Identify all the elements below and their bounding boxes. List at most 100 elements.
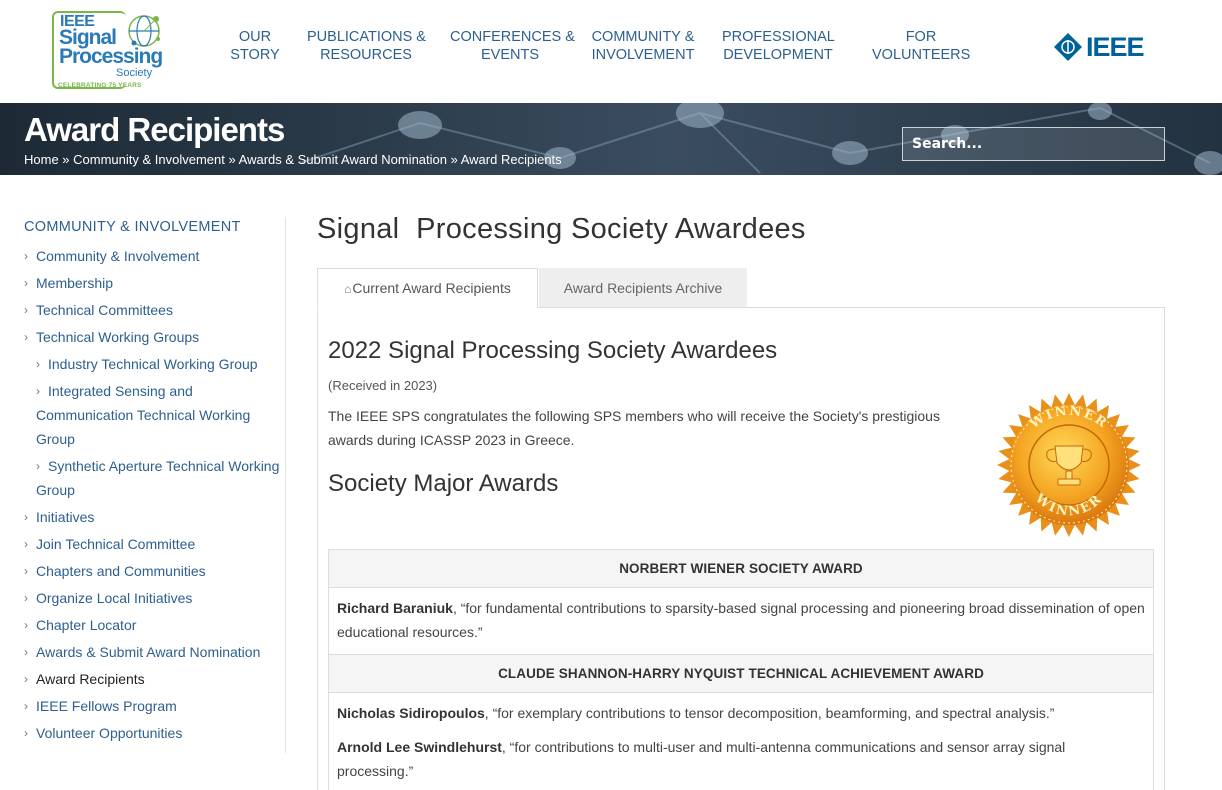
- sidebar-item-label: Volunteer Opportunities: [36, 725, 183, 741]
- subsection-heading: Society Major Awards: [328, 470, 559, 497]
- main-heading: Signal Processing Society Awardees: [317, 213, 806, 245]
- breadcrumb-link-awards[interactable]: Awards & Submit Award Nomination: [239, 152, 447, 167]
- breadcrumb-link-home[interactable]: Home: [24, 152, 59, 167]
- chevron-right-icon: ›: [24, 510, 28, 524]
- sidebar-item-label: IEEE Fellows Program: [36, 698, 177, 714]
- chevron-right-icon: ›: [24, 276, 28, 290]
- nav-label-line2: VOLUNTEERS: [872, 47, 971, 63]
- nav-label-line2: RESOURCES: [320, 47, 412, 63]
- nav-label-line2: EVENTS: [480, 47, 539, 63]
- sidebar-item-label: Synthetic Aperture Technical Working Gro…: [36, 458, 280, 498]
- home-icon: ⌂: [344, 282, 352, 296]
- recipient-name: Richard Baraniuk: [337, 600, 453, 616]
- sidebar-item-technical-committees[interactable]: › Technical Committees: [24, 298, 285, 322]
- sidebar-item-label: Chapters and Communities: [36, 563, 206, 579]
- nav-label-line2: INVOLVEMENT: [591, 47, 695, 63]
- sidebar-item-label: Initiatives: [36, 509, 95, 525]
- sidebar-item-sar-twg[interactable]: › Synthetic Aperture Technical Working Gr…: [24, 454, 285, 502]
- nav-label-line2: STORY: [230, 47, 280, 63]
- sidebar-item-awards-nomination[interactable]: › Awards & Submit Award Nomination: [24, 640, 285, 664]
- tab-label: Award Recipients Archive: [563, 280, 723, 296]
- nav-label-line1: CONFERENCES &: [450, 29, 575, 45]
- logo-society-text: Society: [116, 67, 153, 79]
- sidebar-item-label: Membership: [36, 275, 114, 291]
- sidebar-item-organize-local[interactable]: › Organize Local Initiatives: [24, 586, 285, 610]
- page-title: Award Recipients: [24, 111, 285, 148]
- sidebar-item-label: Organize Local Initiatives: [36, 590, 193, 606]
- sidebar-item-isac-twg[interactable]: › Integrated Sensing and Communication Te…: [24, 379, 285, 451]
- chevron-right-icon: ›: [24, 249, 28, 263]
- sidebar-item-label: Awards & Submit Award Nomination: [36, 644, 261, 660]
- section-heading: 2022 Signal Processing Society Awardees: [328, 337, 778, 364]
- chevron-right-icon: ›: [24, 564, 28, 578]
- sidebar-item-volunteer[interactable]: › Volunteer Opportunities: [24, 721, 285, 745]
- tab-panel: 2022 Signal Processing Society Awardees …: [317, 307, 1165, 790]
- sidebar-item-join-tc[interactable]: › Join Technical Committee: [24, 532, 285, 556]
- award-recipients: Nicholas Sidiropoulos, “for exemplary co…: [329, 693, 1153, 790]
- sidebar-item-chapters[interactable]: › Chapters and Communities: [24, 559, 285, 583]
- sidebar-item-technical-working-groups[interactable]: › Technical Working Groups: [24, 325, 285, 349]
- sidebar-item-community-involvement[interactable]: › Community & Involvement: [24, 244, 285, 268]
- ieee-brand-logo[interactable]: IEEE: [1053, 31, 1145, 63]
- award-name-shannon-nyquist: CLAUDE SHANNON-HARRY NYQUIST TECHNICAL A…: [329, 655, 1153, 693]
- chevron-right-icon: ›: [24, 645, 28, 659]
- sidebar-item-label: Technical Working Groups: [36, 329, 200, 345]
- sidebar-item-industry-twg[interactable]: › Industry Technical Working Group: [24, 352, 285, 376]
- tab-current-award-recipients[interactable]: ⌂Current Award Recipients: [317, 268, 538, 308]
- chevron-right-icon: ›: [36, 357, 40, 371]
- breadcrumb-separator: »: [446, 152, 461, 167]
- logo-tagline: CELEBRATING 75 YEARS: [58, 82, 142, 89]
- award-name-norbert-wiener: NORBERT WIENER SOCIETY AWARD: [329, 550, 1153, 588]
- sidebar-item-label: Integrated Sensing and Communication Tec…: [36, 383, 251, 447]
- breadcrumb: Home » Community & Involvement » Awards …: [24, 152, 562, 167]
- sidebar-item-label: Chapter Locator: [36, 617, 137, 633]
- breadcrumb-separator: »: [58, 152, 74, 167]
- nav-label-line2: DEVELOPMENT: [723, 47, 833, 63]
- nav-conferences-events[interactable]: CONFERENCES & EVENTS: [450, 28, 575, 64]
- ieee-brand-text: IEEE: [1086, 31, 1145, 62]
- tab-award-recipients-archive[interactable]: Award Recipients Archive: [539, 268, 747, 308]
- nav-for-volunteers[interactable]: FOR VOLUNTEERS: [872, 28, 970, 64]
- chevron-right-icon: ›: [24, 699, 28, 713]
- sidebar-item-label: Community & Involvement: [36, 248, 200, 264]
- search-input[interactable]: [902, 127, 1165, 161]
- sidebar-item-chapter-locator[interactable]: › Chapter Locator: [24, 613, 285, 637]
- chevron-right-icon: ›: [24, 303, 28, 317]
- recipient-entry: Richard Baraniuk, “for fundamental contr…: [337, 596, 1145, 644]
- sidebar-title: COMMUNITY & INVOLVEMENT: [24, 219, 241, 235]
- award-recipients: Richard Baraniuk, “for fundamental contr…: [329, 588, 1153, 655]
- intro-text: The IEEE SPS congratulates the following…: [328, 408, 940, 448]
- sidebar-item-membership[interactable]: › Membership: [24, 271, 285, 295]
- chevron-right-icon: ›: [24, 330, 28, 344]
- nav-community-involvement[interactable]: COMMUNITY & INVOLVEMENT: [590, 28, 696, 64]
- chevron-right-icon: ›: [24, 726, 28, 740]
- sidebar-item-label: Industry Technical Working Group: [48, 356, 258, 372]
- sidebar-item-fellows[interactable]: › IEEE Fellows Program: [24, 694, 285, 718]
- sidebar-item-award-recipients[interactable]: › Award Recipients: [24, 667, 285, 691]
- nav-professional-development[interactable]: PROFESSIONAL DEVELOPMENT: [722, 28, 835, 64]
- chevron-right-icon: ›: [24, 672, 28, 686]
- chevron-right-icon: ›: [24, 618, 28, 632]
- recipient-citation: , “for exemplary contributions to tensor…: [484, 705, 1055, 721]
- nav-label-line1: PROFESSIONAL: [722, 29, 835, 45]
- sidebar-item-label: Join Technical Committee: [36, 536, 196, 552]
- sidebar-item-label: Award Recipients: [36, 671, 145, 687]
- page-banner: Award Recipients Home » Community & Invo…: [0, 103, 1222, 175]
- globe-network-icon: [128, 15, 160, 47]
- nav-label-line1: OUR: [238, 29, 272, 45]
- chevron-right-icon: ›: [24, 537, 28, 551]
- sidebar: COMMUNITY & INVOLVEMENT › Community & Inv…: [24, 217, 286, 753]
- breadcrumb-link-community[interactable]: Community & Involvement: [73, 152, 225, 167]
- awards-table: NORBERT WIENER SOCIETY AWARD Richard Bar…: [328, 549, 1154, 790]
- nav-publications-resources[interactable]: PUBLICATIONS & RESOURCES: [307, 28, 426, 64]
- ieee-sps-logo[interactable]: IEEE Signal Processing Society CELEBRATI…: [50, 9, 166, 93]
- site-header: IEEE Signal Processing Society CELEBRATI…: [0, 0, 1222, 103]
- ieee-diamond-icon: [1054, 33, 1082, 61]
- nav-label-line1: COMMUNITY &: [591, 29, 695, 45]
- breadcrumb-current: Award Recipients: [460, 152, 562, 167]
- recipient-entry: Nicholas Sidiropoulos, “for exemplary co…: [337, 701, 1145, 725]
- sidebar-item-initiatives[interactable]: › Initiatives: [24, 505, 285, 529]
- nav-our-story[interactable]: OUR STORY: [230, 28, 280, 64]
- nav-label-line1: PUBLICATIONS &: [307, 29, 426, 45]
- chevron-right-icon: ›: [24, 591, 28, 605]
